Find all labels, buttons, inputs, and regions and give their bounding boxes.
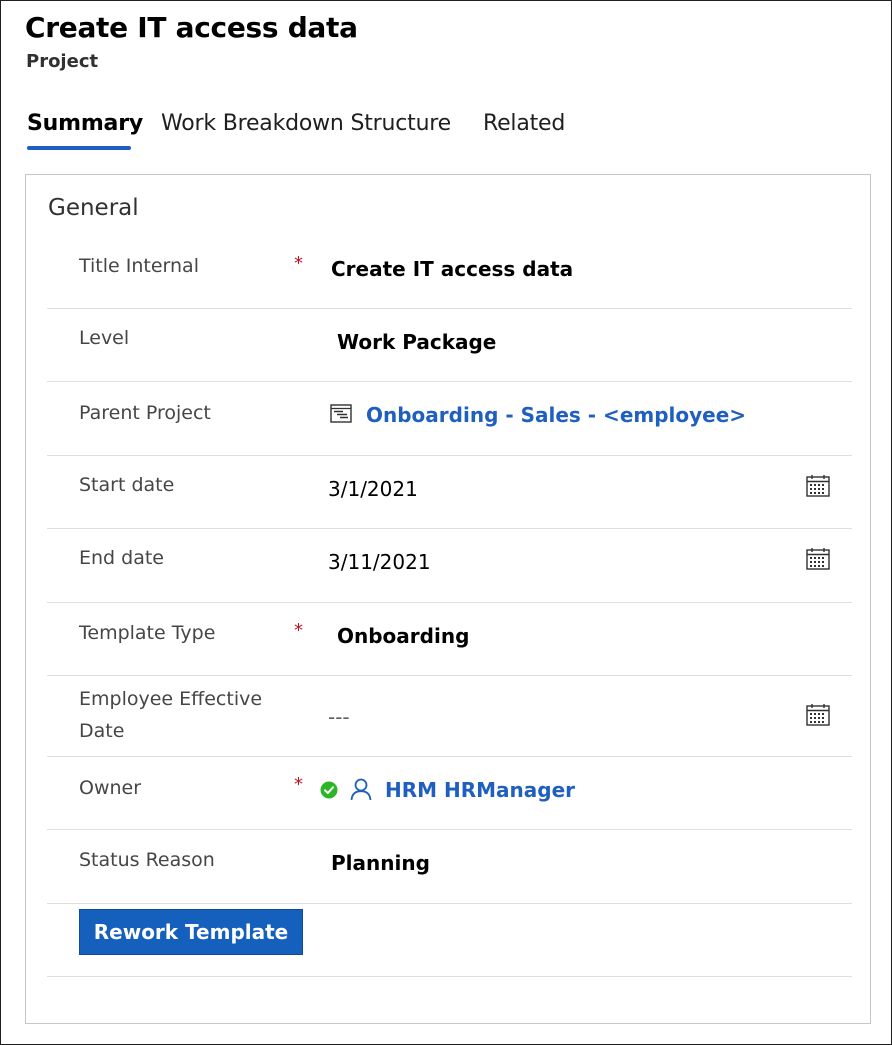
window-frame: Create IT access data Project Summary Wo… — [0, 0, 892, 1045]
field-label-level: Level — [79, 327, 130, 349]
start-date-input[interactable]: 3/1/2021 — [328, 477, 418, 501]
status-reason-select[interactable]: Planning — [331, 851, 430, 875]
project-hierarchy-icon — [330, 403, 354, 425]
end-date-input[interactable]: 3/11/2021 — [328, 550, 431, 574]
owner-link[interactable]: HRM HRManager — [385, 778, 575, 802]
general-section: General Title Internal * Create IT acces… — [25, 174, 871, 1024]
page-title: Create IT access data — [25, 11, 358, 44]
section-title: General — [48, 195, 139, 221]
person-icon — [349, 777, 373, 801]
calendar-icon[interactable] — [805, 473, 831, 499]
parent-project-link[interactable]: Onboarding - Sales - <employee> — [366, 403, 746, 427]
tab-summary[interactable]: Summary — [27, 111, 143, 136]
field-row-title-internal: Title Internal * Create IT access data — [47, 235, 852, 309]
page-subtitle: Project — [26, 51, 99, 72]
employee-effective-date-input[interactable]: --- — [328, 705, 350, 729]
field-row-level: Level Work Package — [47, 308, 852, 382]
level-select[interactable]: Work Package — [337, 330, 496, 354]
field-label-template-type: Template Type — [79, 622, 216, 644]
calendar-icon[interactable] — [805, 546, 831, 572]
template-type-select[interactable]: Onboarding — [337, 624, 469, 648]
field-row-parent-project: Parent Project Onboarding - Sales - <emp… — [47, 381, 852, 456]
title-internal-input[interactable]: Create IT access data — [331, 257, 573, 281]
tab-work-breakdown-structure[interactable]: Work Breakdown Structure — [161, 111, 451, 136]
active-tab-indicator — [27, 146, 131, 150]
field-label-end-date: End date — [79, 547, 164, 569]
field-label-start-date: Start date — [79, 474, 175, 496]
field-row-employee-effective-date: Employee Effective Date --- — [47, 675, 852, 757]
tab-related[interactable]: Related — [483, 111, 565, 136]
button-row: Rework Template — [47, 903, 852, 977]
field-label-status-reason: Status Reason — [79, 849, 215, 871]
field-label-line: Employee Effective — [79, 688, 263, 710]
field-row-status-reason: Status Reason Planning — [47, 829, 852, 904]
field-row-owner: Owner * HRM HRManager — [47, 756, 852, 830]
field-label-employee-effective-date: Employee Effective Date — [79, 683, 262, 747]
field-label-owner: Owner — [79, 777, 142, 799]
required-marker: * — [294, 253, 303, 274]
field-label-parent-project: Parent Project — [79, 402, 211, 424]
calendar-icon[interactable] — [805, 702, 831, 728]
rework-template-button[interactable]: Rework Template — [79, 909, 303, 955]
required-marker: * — [294, 774, 303, 795]
field-row-start-date: Start date 3/1/2021 — [47, 455, 852, 529]
field-row-template-type: Template Type * Onboarding — [47, 602, 852, 676]
field-row-end-date: End date 3/11/2021 — [47, 528, 852, 603]
field-label-title-internal: Title Internal — [79, 255, 199, 277]
required-marker: * — [294, 620, 303, 641]
field-label-line: Date — [79, 720, 125, 742]
presence-available-icon — [320, 781, 338, 799]
